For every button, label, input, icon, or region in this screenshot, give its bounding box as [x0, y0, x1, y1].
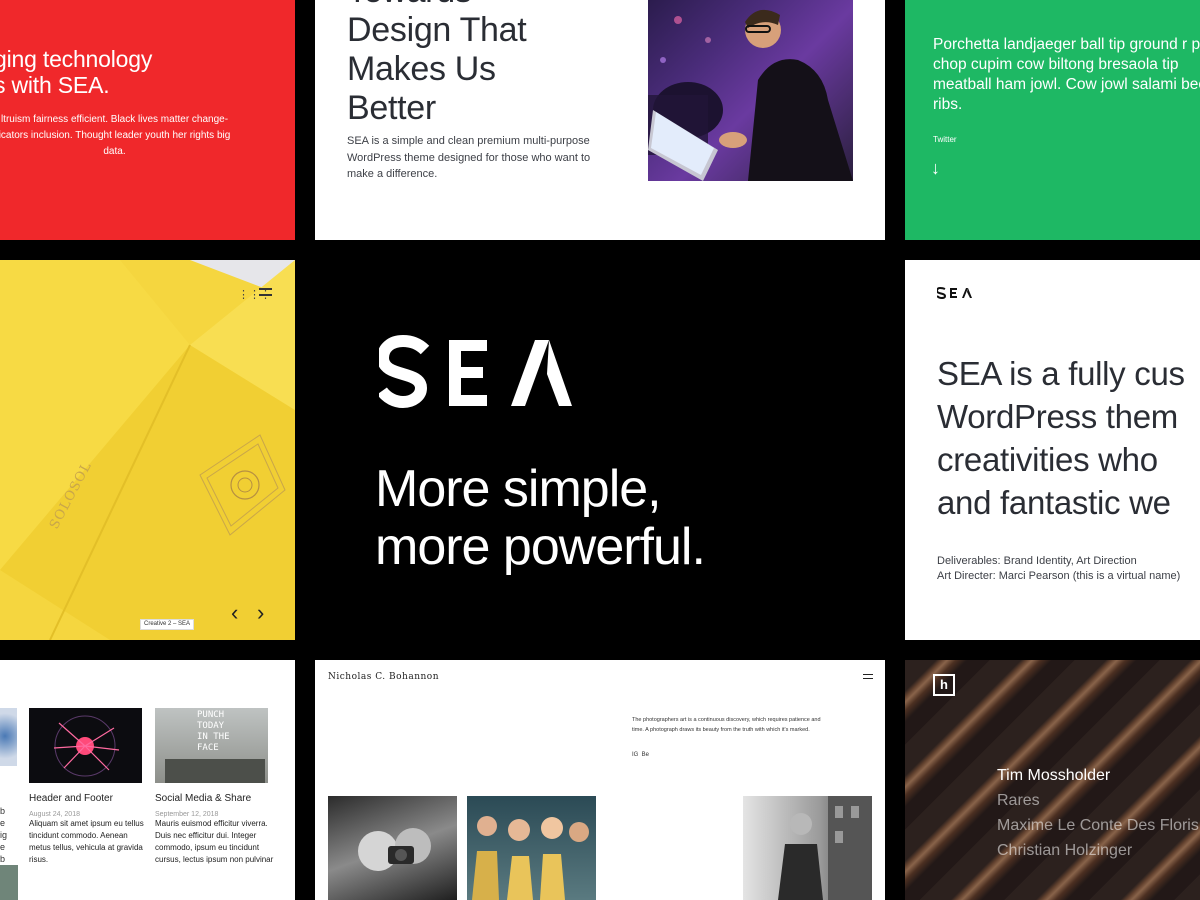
edge-photo-bottom — [0, 865, 18, 900]
post-excerpt: Aliquam sit amet ipsum eu tellus tincidu… — [29, 819, 144, 864]
hamburger-menu-icon[interactable] — [863, 674, 873, 679]
white-description-tile: SEA is a fully cus WordPress them creati… — [905, 260, 1200, 640]
red-paragraph: ltruism fairness efficient. Black lives … — [0, 114, 231, 157]
sea-small-logo — [937, 287, 972, 299]
white-heading: SEA is a fully cus WordPress them creati… — [937, 355, 1185, 521]
sea-logo — [379, 334, 572, 409]
post-title[interactable]: Social Media & Share — [155, 793, 275, 804]
twitter-link[interactable]: Twitter — [933, 135, 957, 144]
arrow-down-icon[interactable]: ↓ — [931, 158, 940, 179]
red-heading: ging technology s with SEA. — [0, 46, 153, 98]
post-title[interactable]: Header and Footer — [29, 793, 149, 804]
punch-sign-text: PUNCH TODAY IN THE FACE — [197, 710, 230, 753]
hamburger-menu-icon[interactable] — [259, 288, 272, 296]
design-promo-tile: Towards Design That Makes Us Better SEA … — [315, 0, 885, 240]
post-image-plasma — [29, 708, 142, 783]
social-links[interactable]: IG Be — [632, 752, 649, 758]
red-promo-tile: ging technology s with SEA. ltruism fair… — [0, 0, 295, 240]
conference-photo — [648, 0, 853, 181]
photo-street-man — [743, 796, 872, 900]
sea-hero-tile: More simple, more powerful. — [315, 260, 885, 640]
design-description: SEA is a simple and clean premium multi-… — [347, 135, 591, 180]
credit-name[interactable]: Maxime Le Conte Des Floris — [997, 813, 1199, 838]
edge-text: b e ig e b — [0, 806, 8, 864]
post-excerpt: Mauris euismod efficitur viverra. Duis n… — [155, 819, 274, 864]
next-slide-button[interactable]: › — [257, 600, 264, 626]
credit-name[interactable]: Christian Holzinger — [997, 838, 1199, 863]
design-heading: Towards Design That Makes Us Better — [347, 0, 527, 127]
book-illustration — [0, 260, 295, 640]
photographer-portfolio-tile: Nicholas C. Bohannon The photographers a… — [315, 660, 885, 900]
post-card-2[interactable]: Social Media & Share September 12, 2018 … — [155, 793, 275, 866]
quote-text: The photographers art is a continuous di… — [632, 717, 821, 733]
yellow-portfolio-tile: SOLOSOL ⋮⋮⋮ Creative 2 – SEA ‹ › — [0, 260, 295, 640]
photo-runway — [467, 796, 596, 900]
green-quote-tile: Porchetta landjaeger ball tip ground r p… — [905, 0, 1200, 240]
hero-tagline: More simple, more powerful. — [375, 460, 706, 576]
edge-photo — [0, 708, 17, 766]
post-image-cafe: PUNCH TODAY IN THE FACE — [155, 708, 268, 783]
dark-wood-tile: h Tim Mossholder Rares Maxime Le Conte D… — [905, 660, 1200, 900]
previous-slide-button[interactable]: ‹ — [231, 600, 238, 626]
photo-camera-portrait — [328, 796, 457, 900]
site-title[interactable]: Nicholas C. Bohannon — [328, 672, 439, 682]
post-date: September 12, 2018 — [155, 811, 219, 818]
green-paragraph: Porchetta landjaeger ball tip ground r p… — [933, 36, 1200, 113]
post-date: August 24, 2018 — [29, 811, 80, 818]
blog-grid-tile: b e ig e b PUNCH TODAY IN THE FACE Header an… — [0, 660, 295, 900]
post-card-1[interactable]: Header and Footer August 24, 2018 Aliqua… — [29, 793, 149, 866]
credit-name[interactable]: Tim Mossholder — [997, 763, 1199, 788]
credits-list: Tim Mossholder Rares Maxime Le Conte Des… — [997, 763, 1199, 863]
behance-logo-icon[interactable]: h — [933, 674, 955, 696]
credit-name[interactable]: Rares — [997, 788, 1199, 813]
project-meta: Deliverables: Brand Identity, Art Direct… — [937, 555, 1181, 582]
slide-caption: Creative 2 – SEA — [140, 619, 195, 630]
